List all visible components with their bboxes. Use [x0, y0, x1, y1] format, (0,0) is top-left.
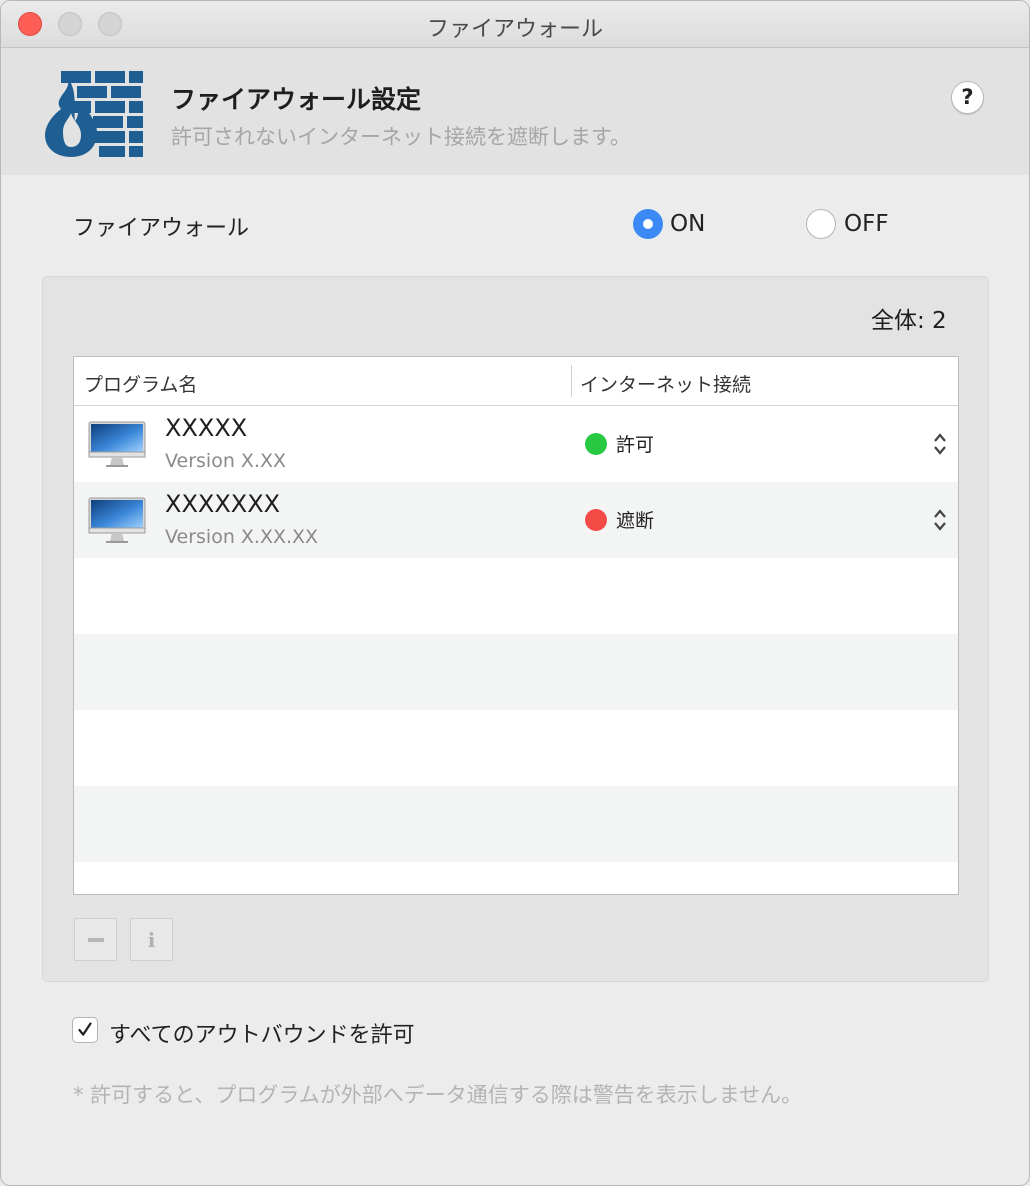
- outbound-note: * 許可すると、プログラムが外部へデータ通信する際は警告を表示しません。: [73, 1083, 803, 1107]
- status-blocked-dot: [585, 509, 607, 531]
- header-title: ファイアウォール設定: [171, 85, 422, 114]
- empty-row: [74, 786, 958, 862]
- firewall-window: ファイアウォール ファイアウォール設定 許可されないインターネット接続を遮断しま…: [0, 0, 1030, 1186]
- allow-outbound-label[interactable]: すべてのアウトバウンドを許可: [109, 1017, 415, 1049]
- program-version: Version X.XX: [165, 450, 286, 472]
- firewall-off-radio[interactable]: [806, 209, 836, 239]
- firewall-label: ファイアウォール: [73, 216, 250, 241]
- program-name: XXXXX: [165, 414, 248, 442]
- connection-status[interactable]: 許可: [616, 430, 654, 457]
- imac-app-icon: [88, 497, 146, 543]
- column-header-connection[interactable]: インターネット接続: [580, 370, 751, 397]
- remove-program-button[interactable]: [74, 918, 117, 961]
- firewall-on-radio[interactable]: [633, 209, 663, 239]
- total-count: 全体: 2: [871, 308, 947, 334]
- empty-row: [74, 558, 958, 634]
- header-subtitle: 許可されないインターネット接続を遮断します。: [171, 125, 631, 149]
- minus-icon: [87, 937, 104, 942]
- settings-header: ファイアウォール設定 許可されないインターネット接続を遮断します。 ?: [1, 48, 1029, 175]
- program-name: XXXXXXX: [165, 490, 281, 518]
- firewall-off-label[interactable]: OFF: [844, 211, 889, 237]
- updown-chevron-icon[interactable]: [932, 430, 948, 458]
- updown-chevron-icon[interactable]: [932, 506, 948, 534]
- help-button[interactable]: ?: [951, 81, 984, 114]
- firewall-icon: [45, 71, 143, 157]
- empty-row: [74, 634, 958, 710]
- connection-status[interactable]: 遮断: [616, 506, 654, 533]
- column-divider[interactable]: [571, 365, 572, 397]
- table-row[interactable]: XXXXXXX Version X.XX.XX 遮断: [74, 482, 958, 558]
- firewall-on-label[interactable]: ON: [670, 211, 705, 237]
- status-allowed-dot: [585, 433, 607, 455]
- allow-outbound-checkbox[interactable]: [72, 1017, 98, 1043]
- column-header-program[interactable]: プログラム名: [84, 370, 197, 397]
- info-button[interactable]: i: [130, 918, 173, 961]
- empty-row: [74, 710, 958, 786]
- imac-app-icon: [88, 421, 146, 467]
- programs-table[interactable]: プログラム名 インターネット接続 XXXXX Version X.XX 許可 X…: [73, 356, 959, 895]
- table-header: プログラム名 インターネット接続: [74, 357, 958, 406]
- title-bar: ファイアウォール: [1, 1, 1029, 48]
- window-title: ファイアウォール: [426, 17, 603, 42]
- table-row[interactable]: XXXXX Version X.XX 許可: [74, 406, 958, 482]
- program-version: Version X.XX.XX: [165, 526, 319, 548]
